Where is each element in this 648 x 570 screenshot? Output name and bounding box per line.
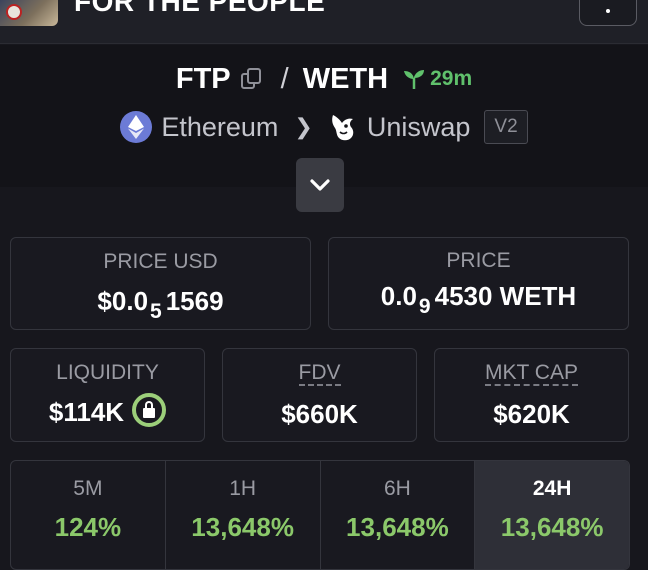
dex-version-badge: V2 [484, 110, 528, 144]
pair-separator: / [280, 62, 289, 95]
copy-icon[interactable] [240, 68, 263, 90]
tab-6h[interactable]: 6H 13,648% [321, 461, 476, 569]
price-usd-card: PRICE USD $0.05 1569 [10, 237, 311, 330]
price-usd-value: $0.05 1569 [97, 286, 224, 323]
sprout-icon [404, 70, 425, 89]
expand-details-button[interactable] [296, 158, 344, 212]
avatar-emblem [6, 4, 22, 20]
more-menu-button[interactable] [579, 0, 637, 26]
tab-change: 124% [54, 512, 122, 542]
mkt-cap-label[interactable]: MKT CAP [435, 361, 628, 386]
more-dots-icon [606, 9, 610, 13]
liquidity-value: $114K [11, 393, 204, 431]
chain-breadcrumb: Ethereum ❯ Uniswap V2 [0, 107, 648, 147]
pair-age: 29m [402, 67, 472, 91]
tab-label: 1H [229, 477, 257, 500]
chevron-down-icon [310, 179, 330, 191]
fdv-value: $660K [281, 399, 358, 429]
ethereum-icon [120, 111, 153, 143]
price-native-card: PRICE 0.09 4530 WETH [328, 237, 629, 330]
price-native-value: 0.09 4530 WETH [380, 281, 577, 318]
price-usd-label: PRICE USD [103, 250, 218, 273]
mkt-cap-card: MKT CAP $620K [434, 348, 629, 442]
tab-5m[interactable]: 5M 124% [11, 461, 166, 569]
lock-icon[interactable] [132, 393, 167, 428]
price-native-label: PRICE [446, 249, 511, 272]
dex-link[interactable]: Uniswap [367, 112, 471, 143]
liquidity-card: LIQUIDITY $114K [10, 348, 205, 442]
tab-24h[interactable]: 24H 13,648% [475, 461, 629, 569]
tab-label: 24H [532, 477, 572, 500]
uniswap-icon [332, 115, 354, 141]
tab-change: 13,648% [346, 512, 449, 542]
network-link[interactable]: Ethereum [161, 112, 278, 143]
tab-label: 5M [73, 477, 103, 500]
base-token-symbol: FTP [175, 62, 231, 95]
mkt-cap-value: $620K [493, 399, 570, 429]
token-avatar[interactable] [0, 0, 58, 26]
quote-token-symbol: WETH [302, 62, 389, 95]
pair-title: FTP / WETH 29m [0, 61, 648, 97]
tab-change: 13,648% [191, 512, 294, 542]
timeframe-tabs: 5M 124% 1H 13,648% 6H 13,648% 24H 13,648… [10, 460, 630, 570]
tab-1h[interactable]: 1H 13,648% [166, 461, 321, 569]
fdv-card: FDV $660K [222, 348, 417, 442]
fdv-label[interactable]: FDV [223, 361, 416, 386]
pair-age-value: 29m [430, 67, 473, 90]
tab-label: 6H [383, 477, 411, 500]
tab-change: 13,648% [500, 512, 604, 542]
chevron-right-icon: ❯ [294, 114, 313, 139]
liquidity-label: LIQUIDITY [56, 361, 159, 384]
token-name: FOR THE PEOPLE [74, 0, 326, 17]
token-header-bar: FOR THE PEOPLE [0, 0, 648, 44]
